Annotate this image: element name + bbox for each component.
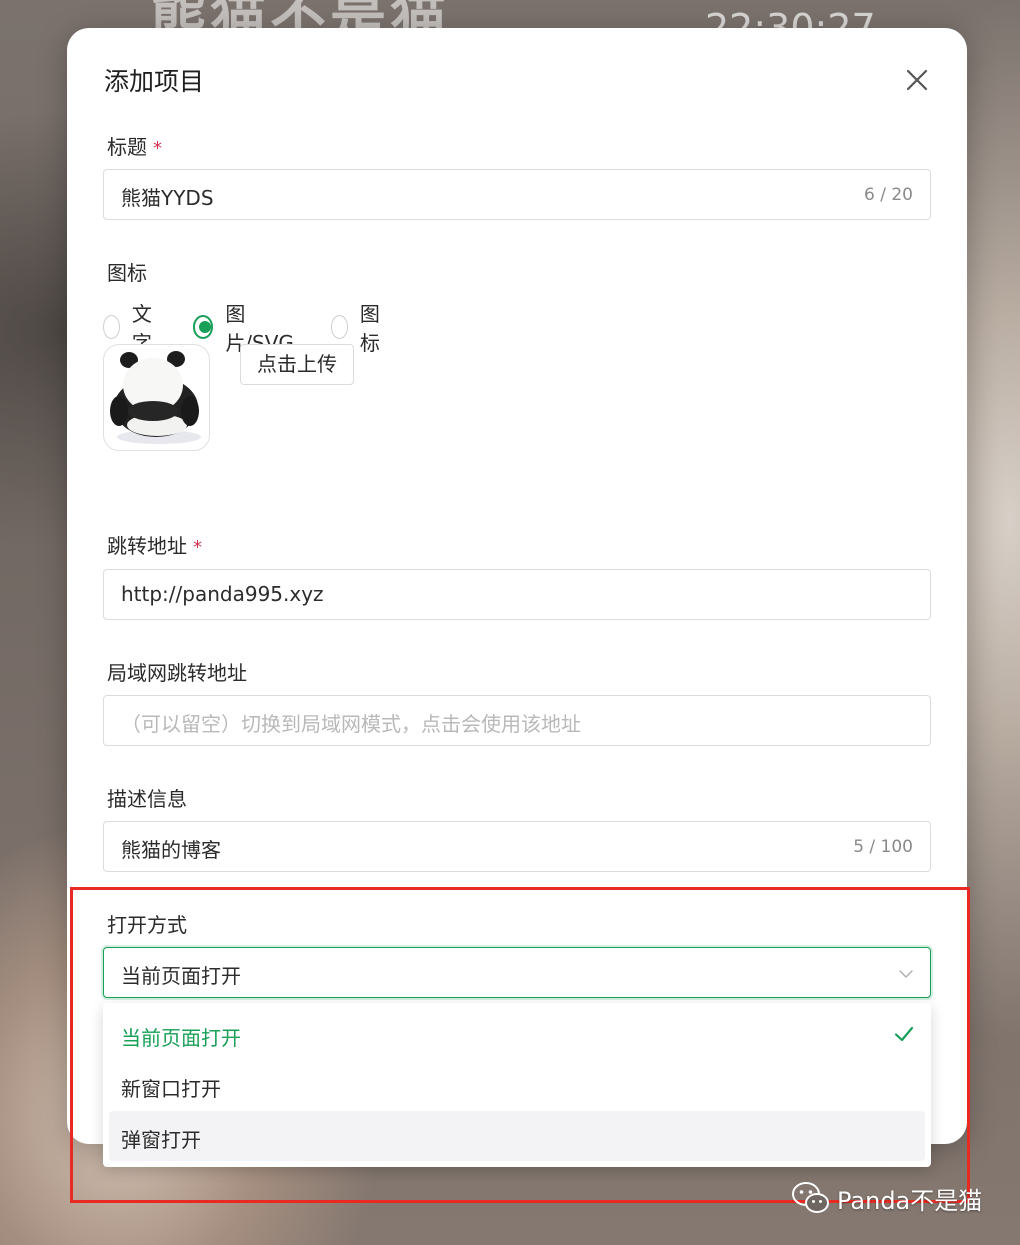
- icon-field-label: 图标: [107, 261, 147, 285]
- description-input[interactable]: 熊猫的博客 5 / 100: [103, 821, 931, 872]
- lan-url-placeholder: （可以留空）切换到局域网模式，点击会使用该地址: [121, 712, 581, 736]
- option-label: 弹窗打开: [121, 1128, 201, 1152]
- lan-url-field-label: 局域网跳转地址: [107, 661, 247, 685]
- icon-preview-thumbnail[interactable]: [103, 344, 210, 451]
- close-icon: [906, 69, 928, 91]
- panda-image: [110, 351, 201, 444]
- option-label: 当前页面打开: [121, 1026, 241, 1050]
- url-field-label: 跳转地址 *: [107, 530, 202, 559]
- title-field-label: 标题 *: [107, 131, 162, 160]
- description-char-counter: 5 / 100: [853, 837, 913, 857]
- url-label-text: 跳转地址: [107, 534, 187, 558]
- wechat-icon: [792, 1182, 829, 1213]
- title-label-text: 标题: [107, 135, 147, 159]
- radio-circle: [331, 315, 348, 339]
- watermark: Panda不是猫: [791, 1180, 982, 1216]
- lan-url-input[interactable]: （可以留空）切换到局域网模式，点击会使用该地址: [103, 695, 931, 746]
- description-input-value: 熊猫的博客: [121, 838, 221, 862]
- open-mode-select-value: 当前页面打开: [121, 964, 241, 988]
- open-mode-field-label: 打开方式: [107, 913, 187, 937]
- required-mark: *: [193, 537, 202, 558]
- title-char-counter: 6 / 20: [864, 185, 913, 205]
- chevron-down-icon: [899, 970, 913, 978]
- url-input[interactable]: http://panda995.xyz: [103, 569, 931, 620]
- description-field-label: 描述信息: [107, 787, 187, 811]
- option-popup[interactable]: 弹窗打开: [109, 1111, 925, 1161]
- radio-circle-selected: [193, 315, 214, 339]
- radio-circle: [103, 315, 120, 339]
- option-label: 新窗口打开: [121, 1077, 221, 1101]
- url-input-value: http://panda995.xyz: [121, 582, 324, 606]
- title-input[interactable]: 熊猫YYDS 6 / 20: [103, 169, 931, 220]
- open-mode-select[interactable]: 当前页面打开: [103, 947, 931, 998]
- watermark-text: Panda不是猫: [837, 1186, 983, 1215]
- open-mode-dropdown: 当前页面打开 新窗口打开 弹窗打开: [103, 1003, 931, 1167]
- option-new-window[interactable]: 新窗口打开: [109, 1060, 925, 1110]
- close-button[interactable]: [903, 66, 931, 94]
- radio-icon-label: 图标: [359, 302, 380, 355]
- option-current-page[interactable]: 当前页面打开: [109, 1009, 925, 1059]
- upload-button[interactable]: 点击上传: [240, 344, 354, 385]
- required-mark: *: [153, 138, 162, 159]
- checkmark-icon: [894, 1026, 914, 1042]
- title-input-value: 熊猫YYDS: [121, 186, 214, 210]
- add-item-dialog: 添加项目 标题* 熊猫YYDS 6 / 20 图标 文字 图片/SVG 图标: [67, 28, 967, 1144]
- dialog-title: 添加项目: [104, 67, 205, 96]
